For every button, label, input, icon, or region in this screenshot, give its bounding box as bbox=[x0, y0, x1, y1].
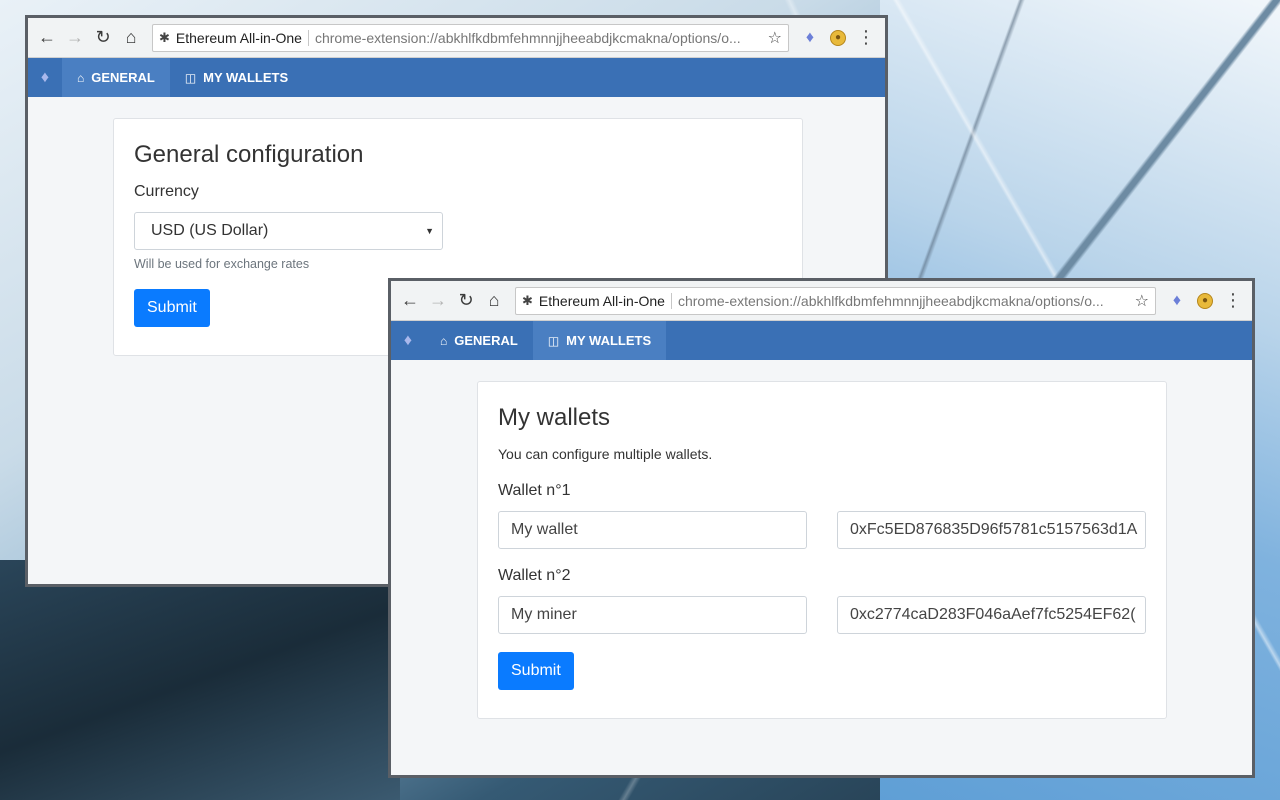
submit-button[interactable]: Submit bbox=[134, 289, 210, 327]
home-icon: ⌂ bbox=[77, 70, 85, 85]
wallet-address-input[interactable]: 0xc2774caD283F046aAef7fc5254EF62( bbox=[837, 596, 1146, 634]
url-text: chrome-extension://abkhlfkdbmfehmnnjjhee… bbox=[314, 29, 741, 46]
page-title: My wallets bbox=[498, 404, 611, 431]
wallet-label: Wallet n°2 bbox=[498, 567, 571, 584]
wallet-name-input[interactable]: My wallet bbox=[498, 511, 807, 549]
arrow-right-icon[interactable]: → bbox=[425, 288, 451, 314]
app-navbar: ♦ ⌂ GENERAL ◫ MY WALLETS bbox=[28, 58, 885, 97]
extension-name: Ethereum All-in-One bbox=[538, 292, 665, 309]
tab-general[interactable]: ⌂ GENERAL bbox=[62, 58, 170, 97]
omnibox-divider bbox=[670, 292, 672, 309]
ethereum-extension-button[interactable]: ♦ bbox=[1164, 288, 1190, 314]
extension-name: Ethereum All-in-One bbox=[175, 29, 302, 46]
tab-general-label: GENERAL bbox=[91, 70, 155, 85]
tab-my-wallets-label: MY WALLETS bbox=[203, 70, 289, 85]
ethereum-icon[interactable]: ♦ bbox=[391, 321, 425, 360]
kebab-menu-icon[interactable]: ⋮ bbox=[1220, 288, 1246, 314]
arrow-left-icon[interactable]: ← bbox=[34, 25, 60, 51]
tab-general-label: GENERAL bbox=[454, 333, 518, 348]
reload-icon[interactable]: ↻ bbox=[453, 288, 479, 314]
wallet-name-input[interactable]: My miner bbox=[498, 596, 807, 634]
address-bar[interactable]: ✱ Ethereum All-in-One chrome-extension:/… bbox=[152, 23, 789, 52]
kebab-menu-icon[interactable]: ⋮ bbox=[853, 25, 879, 51]
browser-toolbar: ← → ↻ ⌂ ✱ Ethereum All-in-One chrome-ext… bbox=[28, 18, 885, 58]
url-text: chrome-extension://abkhlfkdbmfehmnnjjhee… bbox=[677, 292, 1104, 309]
wallet-address-input[interactable]: 0xFc5ED876835D96f5781c5157563d1A bbox=[837, 511, 1146, 549]
browser-toolbar: ← → ↻ ⌂ ✱ Ethereum All-in-One chrome-ext… bbox=[391, 281, 1252, 321]
ethereum-icon: ♦ bbox=[1172, 291, 1182, 309]
home-icon[interactable]: ⌂ bbox=[118, 25, 144, 51]
currency-help-text: Will be used for exchange rates bbox=[134, 257, 310, 271]
coin-icon: ● bbox=[830, 29, 846, 46]
arrow-left-icon[interactable]: ← bbox=[397, 288, 423, 314]
puzzle-icon: ✱ bbox=[159, 29, 170, 45]
wallet-label: Wallet n°1 bbox=[498, 482, 571, 499]
tab-my-wallets[interactable]: ◫ MY WALLETS bbox=[532, 321, 667, 360]
wallet-row: My miner 0xc2774caD283F046aAef7fc5254EF6… bbox=[498, 596, 1146, 634]
tab-general[interactable]: ⌂ GENERAL bbox=[425, 321, 533, 360]
browser-window-wallets: ← → ↻ ⌂ ✱ Ethereum All-in-One chrome-ext… bbox=[388, 278, 1255, 778]
ethereum-extension-button[interactable]: ♦ bbox=[797, 25, 823, 51]
star-icon[interactable]: ☆ bbox=[1135, 291, 1149, 311]
currency-value: USD (US Dollar) bbox=[151, 222, 269, 239]
money-icon: ◫ bbox=[547, 333, 560, 348]
tab-my-wallets[interactable]: ◫ MY WALLETS bbox=[170, 58, 303, 97]
reload-icon[interactable]: ↻ bbox=[90, 25, 116, 51]
page-title: General configuration bbox=[134, 141, 364, 168]
wallet-row: My wallet 0xFc5ED876835D96f5781c5157563d… bbox=[498, 511, 1146, 549]
ethereum-icon: ♦ bbox=[805, 28, 815, 46]
caret-down-icon: ▼ bbox=[425, 226, 434, 236]
address-bar[interactable]: ✱ Ethereum All-in-One chrome-extension:/… bbox=[515, 286, 1156, 315]
home-icon: ⌂ bbox=[440, 333, 448, 348]
home-icon[interactable]: ⌂ bbox=[481, 288, 507, 314]
background-shadow bbox=[0, 560, 400, 800]
wallets-card: My wallets You can configure multiple wa… bbox=[477, 381, 1167, 719]
app-navbar: ♦ ⌂ GENERAL ◫ MY WALLETS bbox=[391, 321, 1252, 360]
tab-my-wallets-label: MY WALLETS bbox=[566, 333, 652, 348]
star-icon[interactable]: ☆ bbox=[768, 28, 782, 48]
currency-select[interactable]: USD (US Dollar) ▼ bbox=[134, 212, 443, 250]
coin-extension-button[interactable]: ● bbox=[1192, 288, 1218, 314]
money-icon: ◫ bbox=[184, 70, 197, 85]
currency-label: Currency bbox=[134, 183, 199, 200]
arrow-right-icon[interactable]: → bbox=[62, 25, 88, 51]
wallets-intro-text: You can configure multiple wallets. bbox=[498, 446, 713, 462]
coin-icon: ● bbox=[1197, 292, 1213, 309]
omnibox-divider bbox=[307, 29, 309, 46]
ethereum-icon[interactable]: ♦ bbox=[28, 58, 62, 97]
puzzle-icon: ✱ bbox=[522, 292, 533, 308]
coin-extension-button[interactable]: ● bbox=[825, 25, 851, 51]
submit-button[interactable]: Submit bbox=[498, 652, 574, 690]
